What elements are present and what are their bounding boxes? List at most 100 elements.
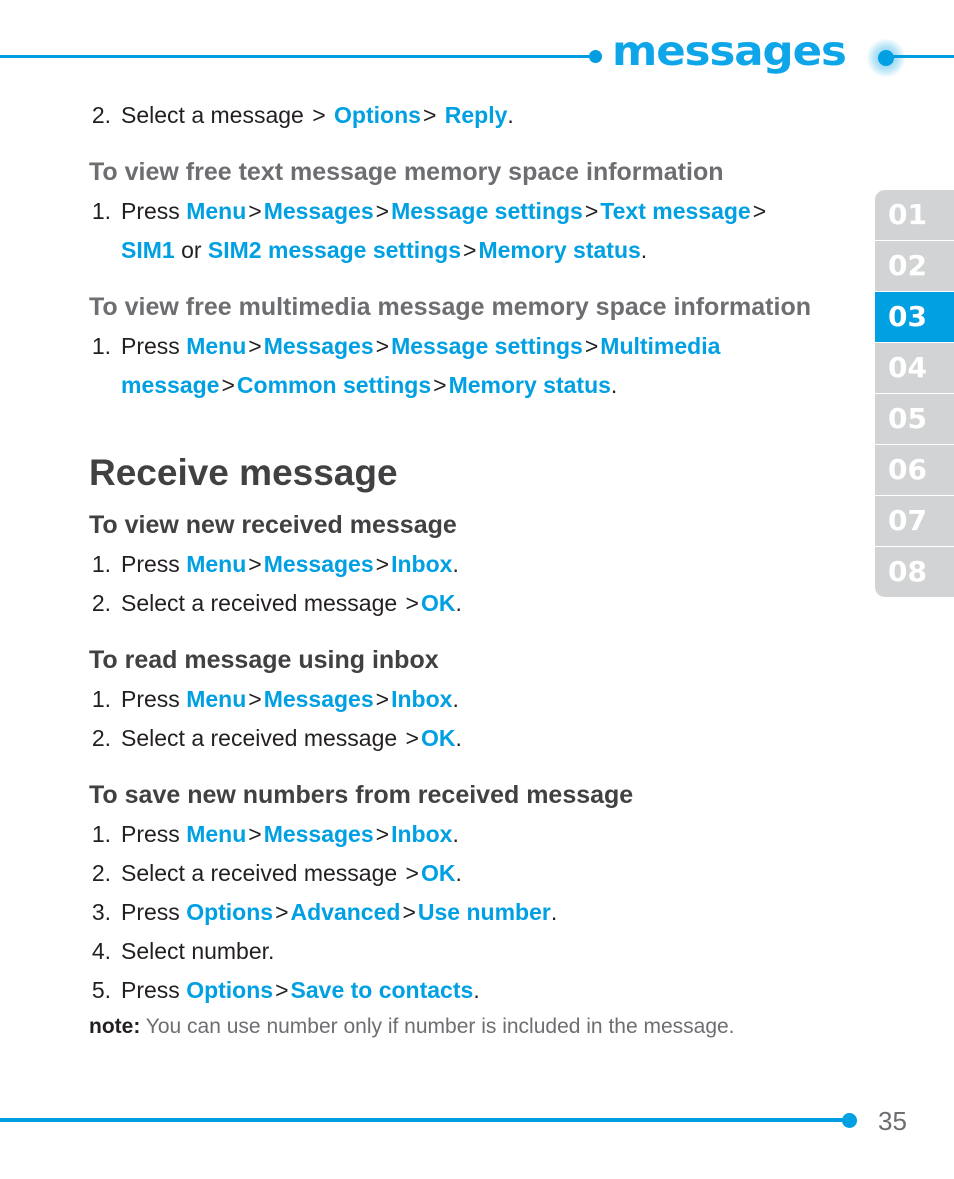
menu-item-common-settings[interactable]: Common settings	[237, 372, 431, 398]
page-footer: 35	[0, 1106, 954, 1150]
list-item: 2. Select a received message >OK.	[89, 719, 834, 758]
step-text: Select a received message >OK.	[121, 854, 834, 893]
separator-gt: >	[375, 821, 390, 847]
list-item: 1. Press Menu>Messages>Inbox.	[89, 815, 834, 854]
menu-item-menu[interactable]: Menu	[186, 821, 246, 847]
menu-item-text-message[interactable]: Text message	[600, 198, 750, 224]
menu-item-message-settings[interactable]: Message settings	[391, 333, 583, 359]
separator-gt: >	[248, 821, 262, 847]
separator-gt: >	[405, 590, 419, 616]
menu-item-save-to-contacts[interactable]: Save to contacts	[291, 977, 474, 1003]
list-item: 1. Press Menu>Messages>Message settings>…	[89, 192, 834, 270]
separator-gt: >	[375, 198, 390, 224]
menu-item-messages[interactable]: Messages	[264, 333, 374, 359]
menu-item-ok[interactable]: OK	[421, 725, 456, 751]
period: .	[507, 102, 514, 128]
list-item: 1. Press Menu>Messages>Message settings>…	[89, 327, 834, 405]
menu-item-menu[interactable]: Menu	[186, 686, 246, 712]
step-number: 2.	[91, 102, 111, 128]
sidebar-item-label: 07	[888, 504, 927, 537]
step-number: 1.	[91, 333, 111, 359]
step-text-plain: Select a received message	[121, 860, 404, 886]
step-text: Press Options>Save to contacts.	[121, 971, 834, 1010]
step-text: Select number.	[121, 938, 275, 964]
menu-item-menu[interactable]: Menu	[186, 333, 246, 359]
menu-item-advanced[interactable]: Advanced	[291, 899, 401, 925]
period: .	[473, 977, 480, 1003]
step-text: Select a message > Options> Reply.	[121, 96, 834, 135]
menu-item-messages[interactable]: Messages	[264, 551, 374, 577]
menu-item-options[interactable]: Options	[186, 977, 273, 1003]
separator-gt: >	[375, 551, 390, 577]
separator-gt: >	[422, 102, 437, 128]
menu-item-ok[interactable]: OK	[421, 860, 456, 886]
step-text-plain: Select a received message	[121, 590, 404, 616]
separator-gt: >	[584, 198, 599, 224]
step-text-plain: Press	[121, 198, 187, 224]
menu-item-memory-status[interactable]: Memory status	[449, 372, 611, 398]
sidebar-item-chapter-03[interactable]: 03	[875, 292, 954, 342]
menu-item-message[interactable]: message	[121, 372, 219, 398]
sidebar-item-chapter-05[interactable]: 05	[875, 394, 954, 444]
sidebar-item-chapter-02[interactable]: 02	[875, 241, 954, 291]
sidebar-item-label: 01	[888, 198, 927, 231]
menu-item-reply[interactable]: Reply	[438, 102, 508, 128]
menu-item-messages[interactable]: Messages	[264, 821, 374, 847]
step-text: Select a received message >OK.	[121, 584, 834, 623]
menu-item-message-settings[interactable]: Message settings	[391, 198, 583, 224]
menu-item-options[interactable]: Options	[328, 102, 421, 128]
bullet-dot-icon	[842, 1113, 857, 1128]
menu-item-use-number[interactable]: Use number	[418, 899, 551, 925]
step-number: 1.	[91, 686, 111, 712]
menu-item-messages[interactable]: Messages	[264, 198, 374, 224]
menu-item-sim1[interactable]: SIM1	[121, 237, 175, 263]
step-number: 1.	[91, 198, 111, 224]
separator-gt: >	[275, 977, 289, 1003]
menu-item-inbox[interactable]: Inbox	[391, 551, 452, 577]
period: .	[610, 372, 618, 398]
menu-item-menu[interactable]: Menu	[186, 551, 246, 577]
sidebar-item-chapter-06[interactable]: 06	[875, 445, 954, 495]
period: .	[455, 725, 462, 751]
menu-item-multimedia[interactable]: Multimedia	[600, 333, 720, 359]
menu-item-messages[interactable]: Messages	[264, 686, 374, 712]
section-title-receive-message: Receive message	[89, 452, 398, 493]
step-list-save-numbers: 1. Press Menu>Messages>Inbox. 2. Select …	[89, 815, 834, 1010]
menu-item-memory-status[interactable]: Memory status	[478, 237, 640, 263]
note-line: note: You can use number only if number …	[89, 1012, 834, 1042]
sidebar-item-label: 02	[888, 249, 927, 282]
sidebar-item-chapter-01[interactable]: 01	[875, 190, 954, 240]
chapter-tab-strip[interactable]: 01 02 03 04 05 06 07 08	[875, 190, 954, 597]
sidebar-item-chapter-08[interactable]: 08	[875, 547, 954, 597]
sidebar-item-label: 03	[888, 300, 927, 333]
step-text-plain: Press	[121, 977, 187, 1003]
step-text: Press Options>Advanced>Use number.	[121, 893, 834, 932]
step-text: Press Menu>Messages>Message settings>Tex…	[121, 192, 834, 270]
page-header: messages	[0, 0, 954, 95]
note-label: note:	[89, 1015, 141, 1038]
step-text: Press Menu>Messages>Message settings>Mul…	[121, 327, 834, 405]
step-text-plain: Press	[121, 686, 187, 712]
period: .	[640, 237, 648, 263]
separator-gt: >	[375, 333, 390, 359]
list-item: 2. Select a received message >OK.	[89, 584, 834, 623]
menu-item-ok[interactable]: OK	[421, 590, 456, 616]
separator-gt: >	[312, 102, 326, 128]
page-title: messages	[612, 27, 847, 75]
section-heading-read-inbox: To read message using inbox	[89, 646, 439, 674]
period: .	[455, 860, 462, 886]
sidebar-item-chapter-04[interactable]: 04	[875, 343, 954, 393]
sidebar-item-chapter-07[interactable]: 07	[875, 496, 954, 546]
step-number: 2.	[91, 860, 111, 886]
menu-item-inbox[interactable]: Inbox	[391, 821, 452, 847]
period: .	[452, 821, 459, 847]
separator-gt: >	[275, 899, 289, 925]
menu-item-options[interactable]: Options	[186, 899, 273, 925]
step-text-plain: Press	[121, 333, 187, 359]
menu-item-menu[interactable]: Menu	[186, 198, 246, 224]
step-text: Press Menu>Messages>Inbox.	[121, 545, 834, 584]
menu-item-inbox[interactable]: Inbox	[391, 686, 452, 712]
step-text: Press Menu>Messages>Inbox.	[121, 815, 834, 854]
step-list-read-inbox: 1. Press Menu>Messages>Inbox. 2. Select …	[89, 680, 834, 758]
menu-item-sim2-message-settings[interactable]: SIM2 message settings	[208, 237, 461, 263]
